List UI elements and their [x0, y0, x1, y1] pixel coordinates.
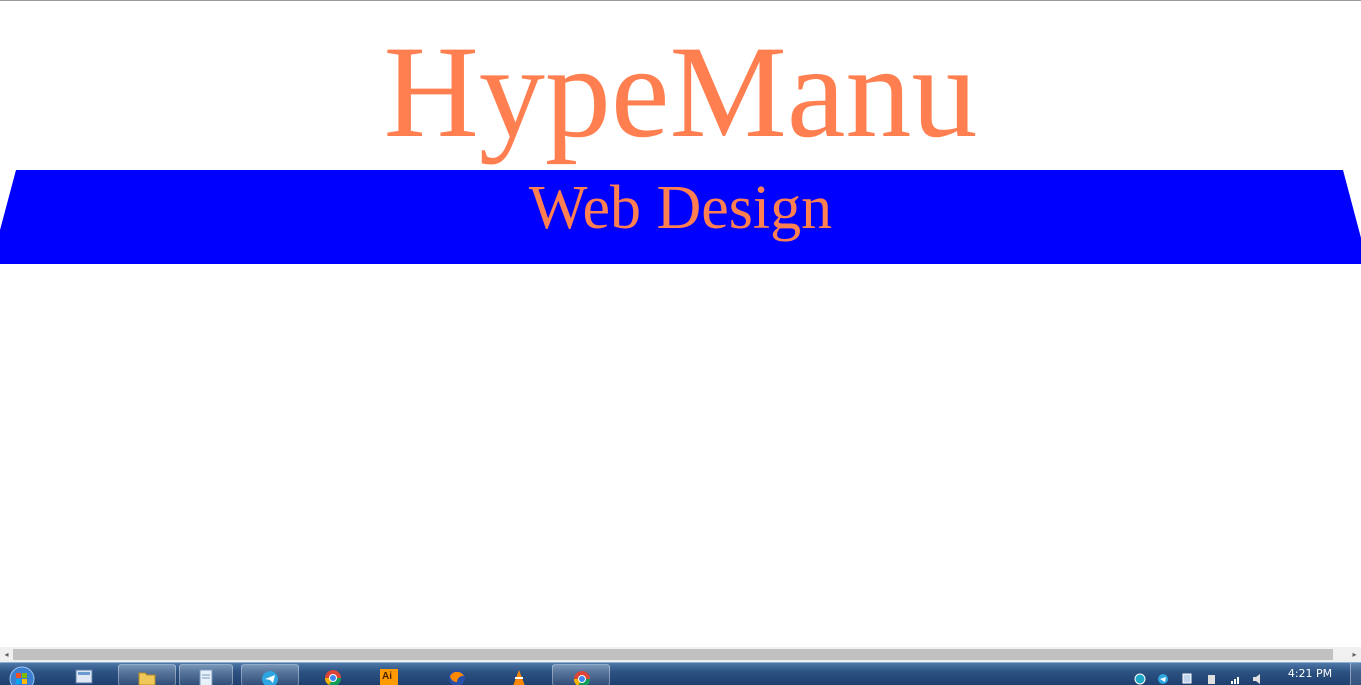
start-button[interactable]: [2, 665, 42, 685]
scrollbar-thumb[interactable]: [13, 649, 1333, 660]
control-panel-icon: [75, 669, 93, 684]
scroll-left-arrow[interactable]: ◂: [0, 647, 13, 662]
scroll-right-arrow[interactable]: ▸: [1348, 647, 1361, 662]
notepad-icon: [199, 669, 213, 685]
taskbar-app-2[interactable]: [118, 664, 176, 685]
taskbar-app-9[interactable]: [552, 664, 610, 685]
taskbar-app-7[interactable]: [428, 664, 486, 685]
tray-telegram-icon[interactable]: [1157, 673, 1169, 685]
taskbar-app-4[interactable]: [241, 664, 299, 685]
site-subtitle: Web Design: [528, 174, 833, 242]
telegram-icon: [262, 671, 278, 685]
chrome-icon: [573, 671, 591, 685]
tray-volume-icon[interactable]: [1252, 673, 1264, 685]
illustrator-label: Ai: [382, 671, 392, 682]
taskbar-app-8[interactable]: [490, 664, 548, 685]
show-desktop-button[interactable]: [1350, 663, 1361, 685]
vlc-icon: [513, 670, 525, 685]
firefox-icon: [449, 670, 465, 685]
tray-network-icon[interactable]: [1134, 673, 1146, 685]
taskbar-clock[interactable]: 4:21 PM: [1280, 667, 1340, 680]
browser-viewport: HypeManu Web Design ◂ ▸ Ai 4:21 PM: [0, 0, 1361, 685]
windows-orb-icon: [9, 666, 35, 685]
taskbar: Ai 4:21 PM: [0, 662, 1361, 685]
taskbar-app-5[interactable]: [304, 664, 362, 685]
folder-icon: [138, 672, 156, 685]
taskbar-app-6[interactable]: Ai: [366, 664, 424, 685]
taskbar-app-1[interactable]: [62, 664, 108, 685]
chrome-icon: [324, 670, 342, 685]
tray-signal-icon[interactable]: [1230, 673, 1242, 685]
horizontal-scrollbar[interactable]: ◂ ▸: [0, 647, 1361, 662]
tray-power-icon[interactable]: [1206, 673, 1218, 685]
window-top-border: [0, 0, 1361, 1]
site-title: HypeManu: [383, 18, 978, 165]
taskbar-app-3[interactable]: [179, 664, 233, 685]
tray-flag-icon[interactable]: [1181, 673, 1193, 685]
